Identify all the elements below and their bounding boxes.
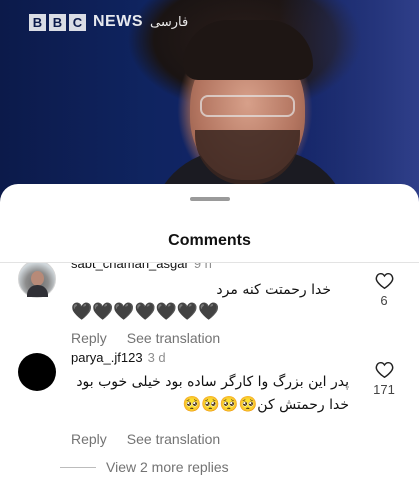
reply-button[interactable]: Reply [71,431,107,447]
see-translation-button[interactable]: See translation [127,431,220,447]
post-photo: B B C NEWS فارسی [0,0,419,210]
comment-timestamp: 3 d [147,350,166,365]
bbc-news-word: NEWS [93,13,143,30]
view-more-replies[interactable]: View 2 more replies [60,459,229,475]
comment-username[interactable]: sabt_chaman_asgar 9 h [71,263,212,271]
bbc-news-logo: B B C NEWS فارسی [29,13,188,31]
like-control[interactable]: 6 [369,272,399,308]
like-control[interactable]: 171 [365,361,403,397]
bbc-block-c: C [69,13,86,31]
comment-text-content: خدا رحمتت کنه مرد [216,282,331,298]
comment-text: خدا رحمتت کنه مرد [71,279,331,301]
avatar[interactable] [18,353,56,391]
drag-handle-icon[interactable] [190,197,230,201]
like-count: 6 [380,293,388,308]
comment-text-line-2-words: خدا رحمتش کن [257,397,349,413]
replies-line [60,466,96,468]
username-text[interactable]: parya_.jf123 [71,350,143,365]
comments-sheet: Comments sabt_chaman_asgar 9 h خدا رحمتت … [0,184,419,480]
avatar[interactable] [18,263,56,298]
bbc-language-label: فارسی [150,14,189,29]
comment-item: sabt_chaman_asgar 9 h خدا رحمتت کنه مرد 🖤… [0,263,419,351]
comment-item: parya_.jf123 3 d پدر این بزرگ وا کارگر سا… [0,350,419,453]
pleading-face-emoji: 🥺🥺🥺🥺 [182,395,258,413]
view-more-replies-label[interactable]: View 2 more replies [106,459,229,475]
comment-username[interactable]: parya_.jf123 3 d [71,350,166,365]
bbc-block-b1: B [29,13,46,31]
username-text[interactable]: sabt_chaman_asgar [71,263,189,271]
comment-text-line-1: پدر این بزرگ وا کارگر ساده بود خیلی خوب … [76,374,349,390]
photo-person-hair [183,20,313,80]
avatar-body [27,285,48,297]
avatar-face [31,271,44,286]
comment-timestamp: 9 h [193,263,212,271]
see-translation-button[interactable]: See translation [127,330,220,346]
comment-text-line-2: خدا رحمتش کن🥺🥺🥺🥺 [71,393,349,416]
photo-person-glasses [200,95,295,117]
bbc-block-b2: B [49,13,66,31]
comment-text: پدر این بزرگ وا کارگر ساده بود خیلی خوب … [71,371,349,416]
like-count: 171 [373,382,395,397]
comment-hearts-line: 🖤🖤🖤🖤🖤🖤🖤 [71,301,221,324]
comment-actions: Reply See translation [71,431,220,447]
heart-outline-icon[interactable] [375,361,394,378]
heart-outline-icon[interactable] [375,272,394,289]
comments-list[interactable]: sabt_chaman_asgar 9 h خدا رحمتت کنه مرد 🖤… [0,263,419,480]
black-hearts-emoji: 🖤🖤🖤🖤🖤🖤🖤 [71,302,220,322]
reply-button[interactable]: Reply [71,330,107,346]
sheet-title: Comments [168,232,251,249]
comment-actions: Reply See translation [71,330,220,346]
